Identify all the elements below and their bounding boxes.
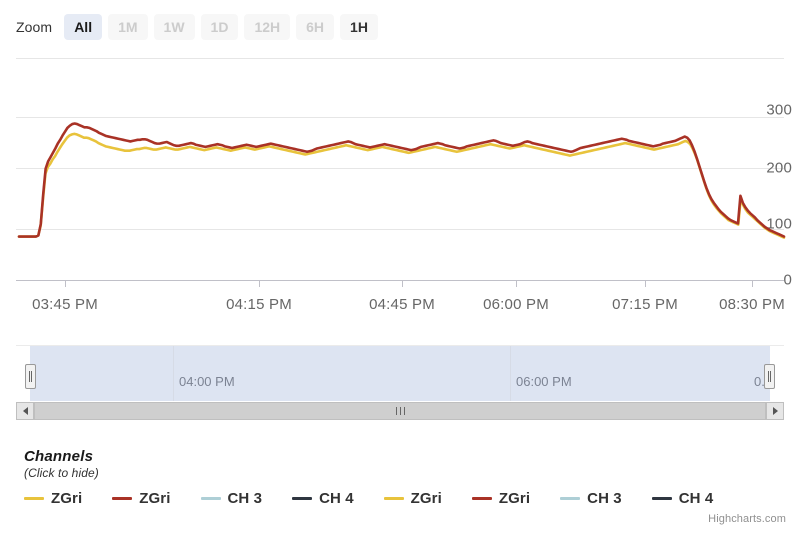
legend-item-7[interactable]: CH 4	[651, 490, 714, 507]
yaxis-label-100: 100	[766, 215, 792, 233]
zoom-label: Zoom	[16, 19, 53, 35]
range-button-1m: 1M	[108, 14, 148, 40]
navigator-scrollbar[interactable]	[16, 402, 784, 420]
yaxis-label-200: 200	[766, 159, 792, 177]
xaxis-tick-3	[516, 281, 517, 287]
legend-item-label: ZGri	[139, 490, 171, 507]
navigator-gridline-2	[510, 346, 511, 401]
xaxis-tick-2	[402, 281, 403, 287]
legend-item-1[interactable]: ZGri	[112, 490, 170, 507]
legend-swatch-icon	[383, 497, 404, 500]
range-selector: Zoom All 1M 1W 1D 12H 6H 1H	[16, 12, 384, 42]
xaxis-label-2: 04:45 PM	[369, 296, 435, 313]
navigator[interactable]: 04:00 PM 06:00 PM 0...	[16, 345, 784, 401]
scrollbar-grip-icon	[395, 407, 405, 415]
range-button-1h[interactable]: 1H	[340, 14, 378, 40]
legend-item-label: CH 4	[319, 490, 354, 507]
navigator-left-handle[interactable]	[25, 364, 36, 389]
arrow-right-icon	[772, 407, 778, 415]
xaxis-label-4: 07:15 PM	[612, 296, 678, 313]
scrollbar-right-arrow-button[interactable]	[766, 402, 784, 420]
plot-top-rule	[16, 58, 784, 59]
legend-item-label: CH 3	[227, 490, 263, 507]
legend-item-6[interactable]: CH 3	[560, 490, 622, 507]
xaxis-line	[16, 280, 784, 281]
xaxis-tick-0	[65, 281, 66, 287]
navigator-right-handle[interactable]	[764, 364, 775, 389]
xaxis-tick-4	[645, 281, 646, 287]
yaxis-label-300: 300	[766, 101, 792, 119]
legend-swatch-icon	[651, 497, 672, 500]
legend-item-label: ZGri	[498, 490, 531, 507]
legend-swatch-icon	[471, 497, 492, 500]
xaxis-label-1: 04:15 PM	[226, 296, 292, 313]
legend-title: Channels	[24, 448, 94, 465]
gridline-100	[16, 229, 784, 230]
legend-swatch-icon	[200, 497, 221, 500]
xaxis-label-3: 06:00 PM	[483, 296, 549, 313]
range-button-all[interactable]: All	[64, 14, 103, 40]
navigator-gridline-1	[173, 346, 174, 401]
range-button-6h: 6H	[296, 14, 335, 40]
highstock-chart: Zoom All 1M 1W 1D 12H 6H 1H 300 200 100 0 03:4…	[0, 0, 800, 533]
legend-item-label: ZGri	[51, 490, 83, 507]
xaxis-tick-1	[259, 281, 260, 287]
range-button-1w: 1W	[153, 14, 195, 40]
legend: Channels (Click to hide) ZGri ZGri CH 3 CH …	[24, 448, 784, 507]
arrow-left-icon	[22, 407, 28, 415]
gridline-200	[16, 168, 784, 169]
legend-swatch-icon	[112, 497, 133, 500]
xaxis-tick-5	[752, 281, 753, 287]
yaxis-label-0: 0	[783, 271, 792, 289]
legend-swatch-icon	[560, 497, 581, 500]
legend-item-label: ZGri	[410, 490, 442, 507]
navigator-selected-range[interactable]	[30, 346, 770, 401]
scrollbar-thumb[interactable]	[34, 402, 766, 420]
range-button-12h: 12H	[244, 14, 291, 40]
range-button-1d: 1D	[200, 14, 239, 40]
range-buttons-group: All 1M 1W 1D 12H 6H 1H	[64, 14, 384, 40]
plot-area	[0, 58, 800, 283]
xaxis-label-0: 03:45 PM	[32, 296, 98, 313]
gridline-300	[16, 117, 784, 118]
legend-items: ZGri ZGri CH 3 CH 4 ZGri ZGri CH 3 CH 4	[24, 490, 784, 507]
navigator-xlabel-1: 04:00 PM	[179, 374, 235, 389]
legend-item-0[interactable]: ZGri	[24, 490, 82, 507]
legend-item-label: CH 4	[678, 490, 714, 507]
xaxis-label-5: 08:30 PM	[719, 296, 785, 313]
legend-item-5[interactable]: ZGri	[471, 490, 531, 507]
legend-subtitle: (Click to hide)	[24, 466, 99, 480]
legend-item-label: CH 3	[587, 490, 622, 507]
legend-swatch-icon	[24, 497, 44, 500]
navigator-xlabel-2: 06:00 PM	[516, 374, 572, 389]
scrollbar-left-arrow-button[interactable]	[16, 402, 34, 420]
legend-item-2[interactable]: CH 3	[200, 490, 263, 507]
highcharts-credits[interactable]: Highcharts.com	[708, 513, 786, 525]
legend-item-3[interactable]: CH 4	[292, 490, 354, 507]
legend-item-4[interactable]: ZGri	[383, 490, 442, 507]
legend-swatch-icon	[292, 497, 313, 500]
